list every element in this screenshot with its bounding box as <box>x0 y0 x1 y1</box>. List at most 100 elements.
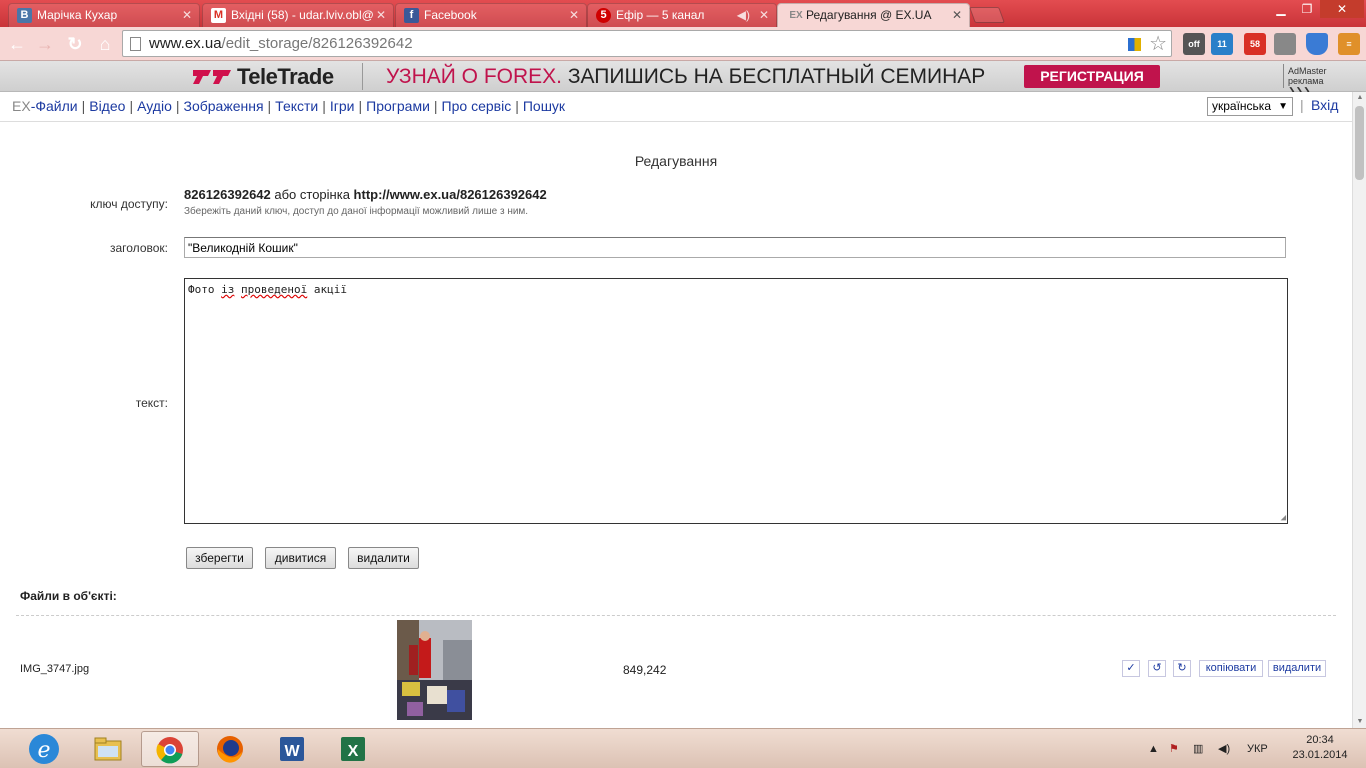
tab-close-icon[interactable]: ✕ <box>182 4 192 26</box>
tab-vk[interactable]: B Марічка Кухар ✕ <box>8 3 200 27</box>
scroll-up-icon[interactable]: ▲ <box>1353 92 1366 104</box>
taskbar: e W X ▲ ⚑ ▥ ◀) УКР 20:34 23.01.2014 <box>0 728 1366 768</box>
ad-slogan: УЗНАЙ О FOREX. ЗАПИШИСЬ НА БЕСПЛАТНЫЙ СЕ… <box>386 65 986 88</box>
bookmark-star-icon[interactable]: ☆ <box>1149 32 1167 56</box>
resize-handle-icon[interactable]: ◢ <box>1281 513 1286 523</box>
table-row: IMG_3747.jpg 849,242 ✓ ↺ ↻ копіювати вид… <box>0 619 1352 720</box>
access-key-line: 826126392642 або сторінка http://www.ex.… <box>184 187 547 202</box>
file-thumbnail[interactable] <box>397 620 472 720</box>
keyboard-language[interactable]: УКР <box>1247 729 1268 768</box>
extension-icon[interactable] <box>1128 38 1141 51</box>
minimize-icon[interactable]: ▁ <box>1268 0 1294 18</box>
tab-title: Марічка Кухар <box>37 8 118 22</box>
title-input[interactable] <box>184 237 1286 258</box>
tab-close-icon[interactable]: ✕ <box>759 4 769 26</box>
delete-button[interactable]: видалити <box>348 547 419 569</box>
nav-search[interactable]: Пошук <box>523 98 565 114</box>
start-button[interactable]: e <box>26 731 62 767</box>
nav-video[interactable]: Відео <box>89 98 125 114</box>
url-text[interactable]: www.ex.ua/edit_storage/826126392642 <box>149 31 413 57</box>
tab-title: Facebook <box>424 8 477 22</box>
nav-images[interactable]: Зображення <box>184 98 264 114</box>
nav-texts[interactable]: Тексти <box>275 98 318 114</box>
tab-gmail[interactable]: M Вхідні (58) - udar.lviv.obl@ ✕ <box>202 3 394 27</box>
vk-icon: B <box>17 8 32 23</box>
file-name: IMG_3747.jpg <box>20 663 90 675</box>
access-key-label: ключ доступу: <box>90 197 168 211</box>
scroll-down-icon[interactable]: ▼ <box>1353 716 1366 728</box>
tab-close-icon[interactable]: ✕ <box>376 4 386 26</box>
home-icon[interactable]: ⌂ <box>94 33 116 55</box>
excel-icon: X <box>341 737 365 761</box>
save-button[interactable]: зберегти <box>186 547 253 569</box>
text-area[interactable]: Фото із проведеної акції ◢ <box>184 278 1288 524</box>
new-tab-button[interactable] <box>969 7 1005 23</box>
title-label: заголовок: <box>109 241 168 255</box>
page-title: Редагування <box>634 153 718 169</box>
rotate-right-icon[interactable]: ↻ <box>1173 660 1191 677</box>
word-icon: W <box>280 737 304 761</box>
vertical-scrollbar[interactable]: ▲ ▼ <box>1352 92 1366 728</box>
teletrade-logo-icon <box>193 70 231 84</box>
extension-off-icon[interactable]: off <box>1183 33 1205 55</box>
nav-about[interactable]: Про сервіс <box>442 98 512 114</box>
taskbar-firefox[interactable] <box>202 731 260 767</box>
shield-icon[interactable] <box>1306 33 1328 55</box>
tab-5kanal[interactable]: 5 Ефір — 5 канал ◀) ✕ <box>587 3 777 27</box>
tab-title: Редагування @ EX.UA <box>806 8 932 22</box>
taskbar-chrome[interactable] <box>141 731 199 767</box>
chrome-icon <box>156 737 183 764</box>
site-logo[interactable]: EX <box>12 98 31 114</box>
nav-games[interactable]: Ігри <box>330 98 355 114</box>
register-button[interactable]: РЕГИСТРАЦИЯ <box>1024 65 1160 88</box>
ad-banner[interactable]: TeleTrade УЗНАЙ О FOREX. ЗАПИШИСЬ НА БЕС… <box>0 61 1366 96</box>
copy-button[interactable]: копіювати <box>1199 660 1263 677</box>
taskbar-word[interactable]: W <box>264 731 322 767</box>
dropdown-arrow-icon: ▼ <box>1278 101 1288 112</box>
nav-files[interactable]: -Файли <box>31 98 78 114</box>
gmail-icon: M <box>211 8 226 23</box>
divider <box>16 615 1336 616</box>
tray-expand-icon[interactable]: ▲ <box>1148 729 1159 768</box>
chrome-menu-icon[interactable]: ≡ <box>1338 33 1360 55</box>
volume-icon[interactable]: ◀) <box>1218 729 1230 768</box>
reload-icon[interactable]: ↻ <box>64 33 86 55</box>
view-button[interactable]: дивитися <box>265 547 336 569</box>
text-label: текст: <box>135 396 168 410</box>
edit-page: Редагування ключ доступу: 826126392642 а… <box>0 123 1352 728</box>
ad-network-label[interactable]: AdMaster реклама ❯❯❯ <box>1283 64 1348 96</box>
files-heading: Файли в об'єкті: <box>20 589 117 603</box>
audio-icon: ◀) <box>736 8 750 22</box>
address-bar[interactable]: www.ex.ua/edit_storage/826126392642 ☆ <box>122 30 1172 57</box>
tab-close-icon[interactable]: ✕ <box>569 4 579 26</box>
nav-audio[interactable]: Аудіо <box>137 98 172 114</box>
action-center-icon[interactable]: ⚑ <box>1169 729 1179 768</box>
weather-icon[interactable]: 11 <box>1211 33 1233 55</box>
forward-icon[interactable]: → <box>34 33 56 55</box>
taskbar-excel[interactable]: X <box>325 731 383 767</box>
network-icon[interactable]: ▥ <box>1193 729 1203 768</box>
check-button[interactable]: ✓ <box>1122 660 1140 677</box>
nav-programs[interactable]: Програми <box>366 98 430 114</box>
access-key-value: 826126392642 <box>184 187 271 202</box>
maximize-icon[interactable]: ❐ <box>1294 0 1320 18</box>
browser-tab-strip: B Марічка Кухар ✕ M Вхідні (58) - udar.l… <box>0 0 1366 27</box>
login-link[interactable]: Вхід <box>1311 97 1338 113</box>
tab-close-icon[interactable]: ✕ <box>952 4 962 26</box>
delete-file-button[interactable]: видалити <box>1268 660 1326 677</box>
tab-title: Вхідні (58) - udar.lviv.obl@ <box>231 8 374 22</box>
tab-facebook[interactable]: f Facebook ✕ <box>395 3 587 27</box>
window-close-icon[interactable]: ✕ <box>1320 0 1364 18</box>
scrollbar-thumb[interactable] <box>1355 106 1364 180</box>
exua-icon: EX <box>789 10 803 21</box>
access-key-hint: Збережіть даний ключ, доступ до даної ін… <box>184 206 529 217</box>
language-select[interactable]: українська ▼ <box>1207 97 1293 116</box>
back-icon[interactable]: ← <box>6 33 28 55</box>
system-clock[interactable]: 20:34 23.01.2014 <box>1280 733 1360 763</box>
tab-exua[interactable]: EX Редагування @ EX.UA ✕ <box>777 3 970 27</box>
gmail-checker-icon[interactable]: 58 <box>1244 33 1266 55</box>
svg-text:X: X <box>348 743 359 760</box>
taskbar-explorer[interactable] <box>80 731 138 767</box>
extension-icon[interactable] <box>1274 33 1296 55</box>
rotate-left-icon[interactable]: ↺ <box>1148 660 1166 677</box>
